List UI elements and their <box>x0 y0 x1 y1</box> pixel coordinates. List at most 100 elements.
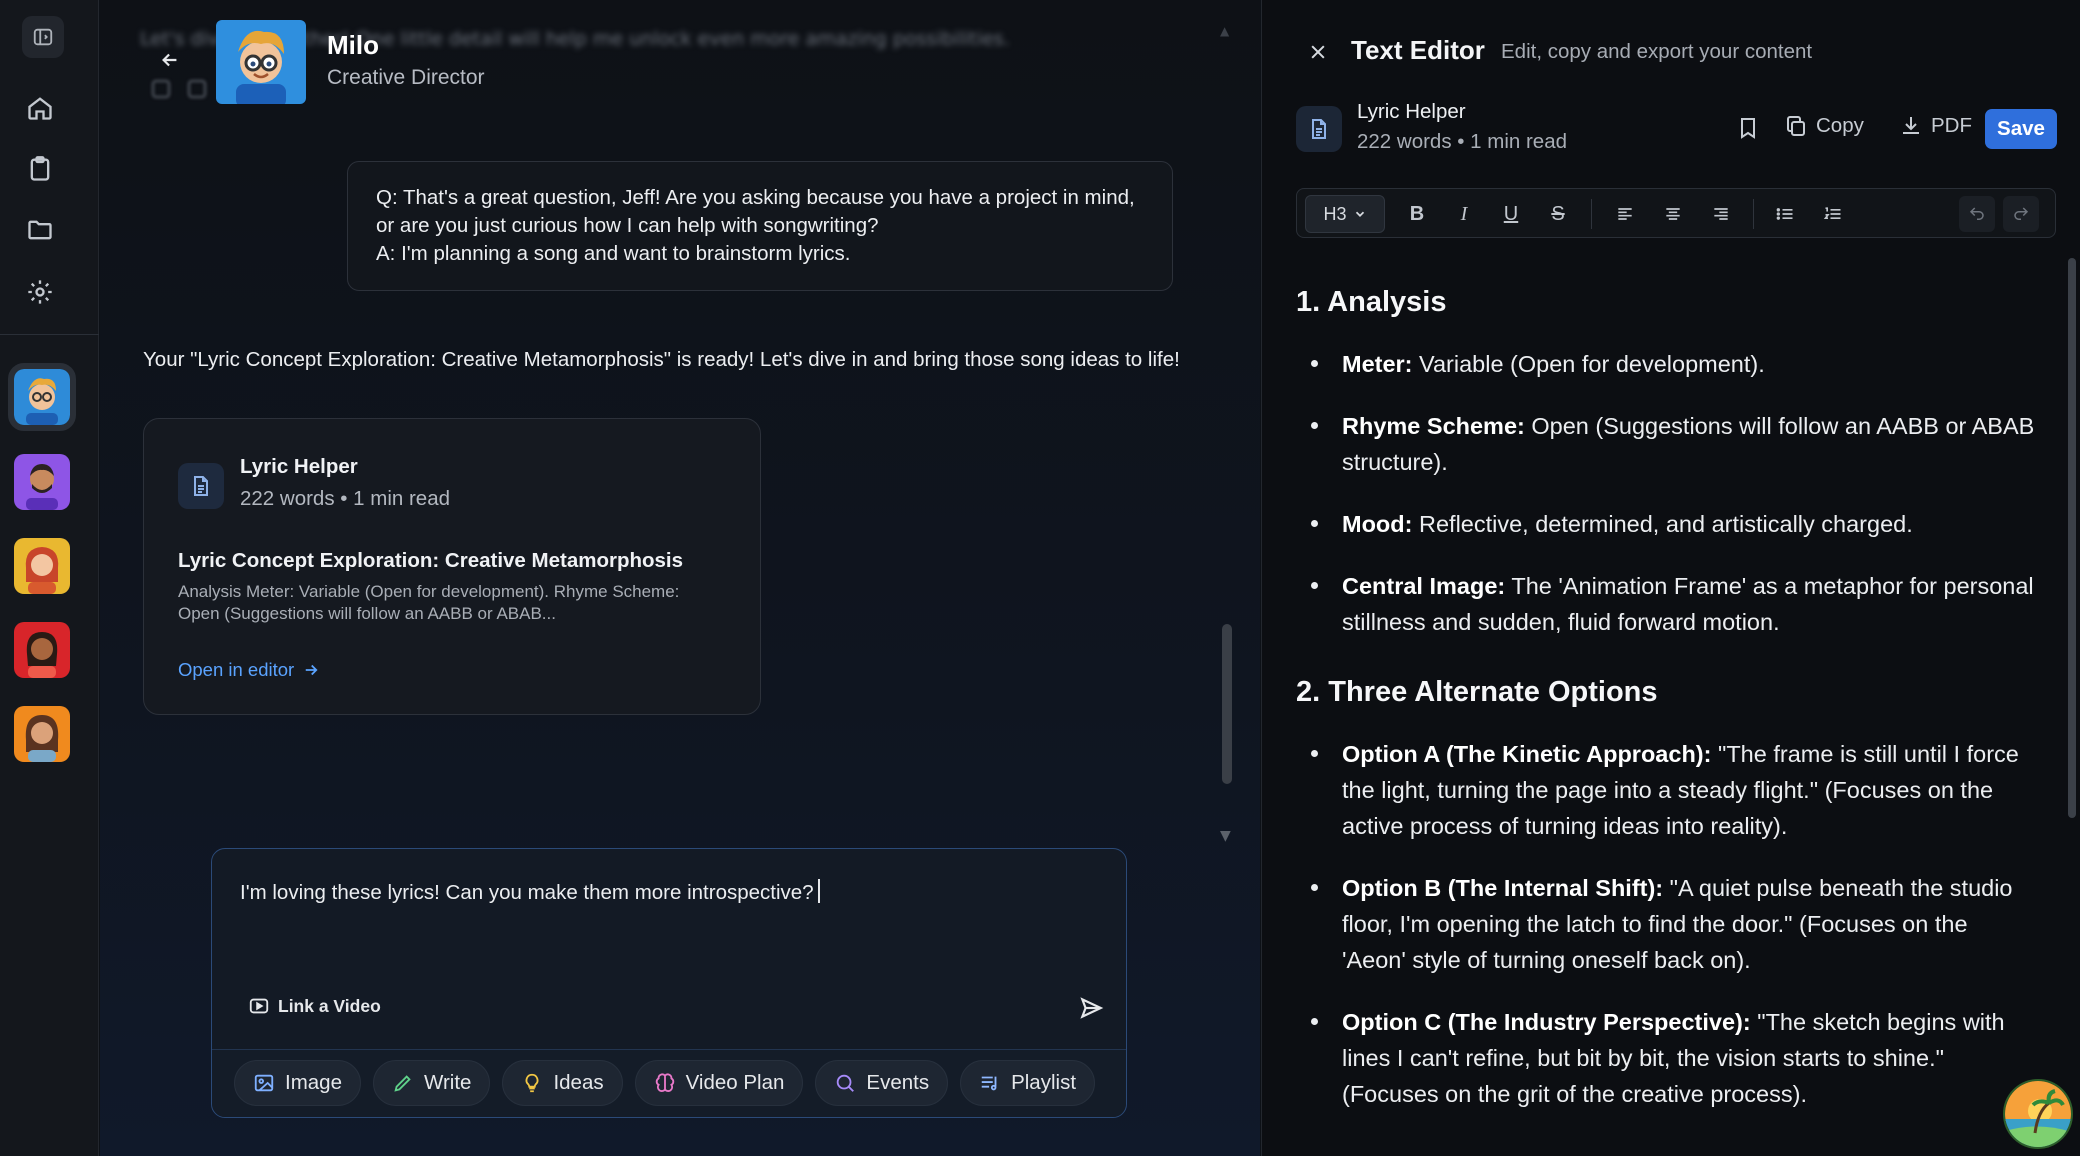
avatar-woman-red[interactable] <box>14 622 70 678</box>
agent-role: Creative Director <box>327 66 485 89</box>
tool-video-plan-label: Video Plan <box>685 1071 785 1094</box>
list-item: Rhyme Scheme: Open (Suggestions will fol… <box>1296 408 2036 480</box>
list-item: Option B (The Internal Shift): "A quiet … <box>1296 870 2036 978</box>
toolbar-divider <box>1591 199 1592 229</box>
copy-icon <box>1787 116 1805 136</box>
tool-playlist-label: Playlist <box>1011 1071 1077 1094</box>
avatar-redhead-woman[interactable] <box>14 538 70 594</box>
tool-video-plan-button[interactable]: Video Plan <box>634 1060 804 1106</box>
underline-icon[interactable]: U <box>1497 200 1525 228</box>
home-icon[interactable] <box>22 90 58 126</box>
section-heading: 1. Analysis <box>1296 286 1447 318</box>
copy-button[interactable]: Copy <box>1784 114 1864 138</box>
list-item: Meter: Variable (Open for development). <box>1296 346 2036 382</box>
open-in-editor-label: Open in editor <box>178 659 295 680</box>
composer-tools: Image Write Ideas Video Plan Events Play… <box>212 1049 1126 1117</box>
tool-ideas-label: Ideas <box>553 1071 604 1094</box>
section-heading: 2. Three Alternate Options <box>1296 676 1658 708</box>
agent-avatar <box>216 20 306 104</box>
clipboard-icon[interactable] <box>22 151 58 187</box>
italic-icon[interactable]: I <box>1450 200 1478 228</box>
tool-write-label: Write <box>423 1071 472 1094</box>
link-video-button[interactable]: Link a Video <box>248 995 381 1017</box>
chat-panel: Let's dive in together! One little detai… <box>100 0 1260 1156</box>
pdf-export-button[interactable]: PDF <box>1899 114 1972 138</box>
video-icon <box>249 998 269 1014</box>
download-icon <box>1903 117 1919 134</box>
tool-ideas-button[interactable]: Ideas <box>502 1060 623 1106</box>
tool-playlist-button[interactable]: Playlist <box>960 1060 1096 1106</box>
gear-icon[interactable] <box>22 274 58 310</box>
rail-divider <box>0 334 99 335</box>
folder-icon[interactable] <box>22 212 58 248</box>
beach-avatar-badge[interactable] <box>2003 1079 2073 1149</box>
avatar-woman-orange[interactable] <box>14 706 70 762</box>
strikethrough-icon[interactable]: S <box>1544 200 1572 228</box>
message-input[interactable]: I'm loving these lyrics! Can you make th… <box>240 879 820 905</box>
tool-events-label: Events <box>866 1071 930 1094</box>
align-right-icon[interactable] <box>1707 200 1735 228</box>
scroll-up-icon[interactable]: ▲ <box>1220 24 1229 38</box>
scroll-down-icon[interactable]: ▼ <box>1220 828 1231 844</box>
editor-content[interactable]: 1. Analysis Meter: Variable (Open for de… <box>1296 276 2036 1138</box>
options-list: Option A (The Kinetic Approach): "The fr… <box>1296 736 2036 1112</box>
assistant-message: Your "Lyric Concept Exploration: Creativ… <box>143 348 1180 371</box>
list-item: Option A (The Kinetic Approach): "The fr… <box>1296 736 2036 844</box>
copy-label: Copy <box>1816 114 1864 137</box>
answer-line: A: I'm planning a song and want to brain… <box>376 242 851 265</box>
user-answer-bubble: Q: That's a great question, Jeff! Are yo… <box>347 161 1173 291</box>
back-arrow-icon[interactable] <box>154 44 186 76</box>
tool-events-button[interactable]: Events <box>815 1060 949 1106</box>
list-item: Option C (The Industry Perspective): "Th… <box>1296 1004 2036 1112</box>
open-in-editor-link[interactable]: Open in editor <box>178 659 320 681</box>
search-icon <box>837 1074 855 1092</box>
bookmark-icon[interactable] <box>1736 116 1760 140</box>
heading-select[interactable]: H3 <box>1305 195 1385 233</box>
document-heading: Lyric Concept Exploration: Creative Meta… <box>178 549 684 572</box>
agent-name: Milo <box>327 30 379 60</box>
pdf-label: PDF <box>1931 114 1972 137</box>
playlist-icon <box>981 1076 997 1091</box>
formatting-toolbar: H3 B I U S <box>1296 188 2056 238</box>
numbered-list-icon[interactable] <box>1819 200 1847 228</box>
panel-toggle-icon[interactable] <box>22 16 64 58</box>
align-center-icon[interactable] <box>1659 200 1687 228</box>
image-icon <box>254 1074 274 1092</box>
link-video-label: Link a Video <box>278 995 381 1016</box>
document-card[interactable]: Lyric Helper 222 words • 1 min read Lyri… <box>143 418 761 715</box>
avatar-bearded-man[interactable] <box>14 454 70 510</box>
chevron-down-icon <box>1355 211 1364 217</box>
editor-subtitle: Edit, copy and export your content <box>1501 40 1813 63</box>
close-icon[interactable] <box>1304 38 1332 66</box>
chat-scrollbar[interactable] <box>1222 624 1232 784</box>
analysis-list: Meter: Variable (Open for development). … <box>1296 346 2036 640</box>
undo-icon[interactable] <box>1959 196 1995 232</box>
document-icon <box>178 463 224 509</box>
tool-write-button[interactable]: Write <box>372 1060 491 1106</box>
brain-icon <box>655 1073 674 1092</box>
document-icon <box>1296 106 1342 152</box>
redo-icon[interactable] <box>2003 196 2039 232</box>
save-button[interactable]: Save <box>1985 109 2057 149</box>
avatar-milo[interactable] <box>8 363 76 431</box>
message-composer[interactable]: I'm loving these lyrics! Can you make th… <box>211 848 1127 1118</box>
document-title: Lyric Helper <box>240 455 358 478</box>
chat-header: Let's dive in together! One little detai… <box>100 0 1260 120</box>
toolbar-divider <box>1753 199 1754 229</box>
document-meta: 222 words • 1 min read <box>240 487 451 510</box>
editor-scrollbar[interactable] <box>2068 258 2076 818</box>
tool-image-button[interactable]: Image <box>234 1060 361 1106</box>
editor-title: Text Editor <box>1351 35 1485 65</box>
align-left-icon[interactable] <box>1611 200 1639 228</box>
question-line: Q: That's a great question, Jeff! Are yo… <box>376 186 1135 237</box>
left-rail <box>0 0 99 1156</box>
bullet-list-icon[interactable] <box>1771 200 1799 228</box>
arrow-right-icon <box>305 664 318 676</box>
heading-select-value: H3 <box>1323 203 1347 224</box>
send-icon[interactable] <box>1076 993 1106 1023</box>
pencil-icon <box>394 1075 411 1092</box>
list-item: Mood: Reflective, determined, and artist… <box>1296 506 2036 542</box>
bold-icon[interactable]: B <box>1403 200 1431 228</box>
tool-image-label: Image <box>285 1071 342 1094</box>
editor-doc-title: Lyric Helper <box>1357 100 1466 123</box>
